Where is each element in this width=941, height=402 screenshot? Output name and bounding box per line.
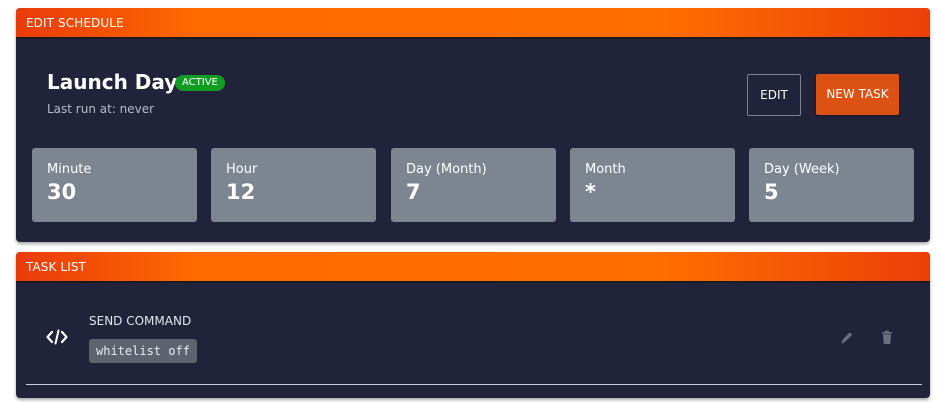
edit-button[interactable]: EDIT <box>747 74 801 116</box>
task-divider <box>26 384 922 385</box>
edit-schedule-header: EDIT SCHEDULE <box>16 8 930 39</box>
cron-hour-box: Hour 12 <box>211 148 376 222</box>
code-icon <box>46 329 68 345</box>
task-command-payload: whitelist off <box>89 339 197 363</box>
cron-month-box: Month * <box>570 148 735 222</box>
cron-minute-label: Minute <box>47 162 92 177</box>
cron-day-week-label: Day (Week) <box>764 162 840 177</box>
cron-hour-value: 12 <box>226 180 256 204</box>
cron-day-month-value: 7 <box>406 180 421 204</box>
new-task-button[interactable]: NEW TASK <box>816 74 899 115</box>
cron-day-week-value: 5 <box>764 180 779 204</box>
pencil-icon[interactable] <box>840 330 854 345</box>
edit-schedule-panel: EDIT SCHEDULE Launch Day ACTIVE Last run… <box>16 8 930 242</box>
cron-month-label: Month <box>585 162 626 177</box>
cron-day-month-box: Day (Month) 7 <box>391 148 556 222</box>
status-badge: ACTIVE <box>175 75 225 91</box>
cron-minute-value: 30 <box>47 180 77 204</box>
trash-icon[interactable] <box>880 330 894 345</box>
task-list-header: TASK LIST <box>16 252 930 283</box>
cron-day-week-box: Day (Week) 5 <box>749 148 914 222</box>
cron-day-month-label: Day (Month) <box>406 162 487 177</box>
task-list-panel: TASK LIST SEND COMMAND whitelist off <box>16 252 930 398</box>
cron-month-value: * <box>585 180 596 204</box>
last-run-text: Last run at: never <box>47 102 155 116</box>
task-type-label: SEND COMMAND <box>89 314 192 328</box>
cron-minute-box: Minute 30 <box>32 148 197 222</box>
cron-hour-label: Hour <box>226 162 258 177</box>
schedule-title: Launch Day <box>47 70 178 94</box>
